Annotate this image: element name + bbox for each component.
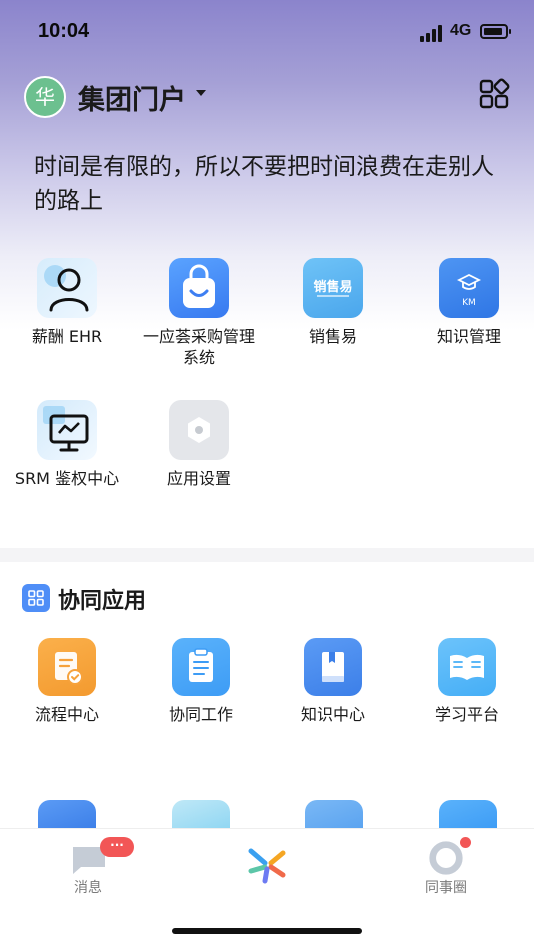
message-badge: ··· [100,837,134,857]
tab-messages[interactable]: ··· 消息 [28,837,148,897]
avatar[interactable]: 华 [24,76,66,118]
contact-icon[interactable] [439,800,497,830]
app-label: 销售易 [308,327,357,346]
section-title: 协同应用 [58,589,147,614]
apps-grid-icon [22,584,50,612]
app-collab-work[interactable]: 协同工作 [134,638,268,725]
app-knowledge-center[interactable]: 知识中心 [266,638,400,725]
monitor-icon [37,400,97,460]
shopping-bag-icon [169,258,229,318]
network-type: 4G [450,22,472,39]
lock-icon[interactable] [172,800,230,830]
portal-switcher[interactable]: 集团门户 [78,78,186,117]
portal-header: 华 集团门户 [0,70,534,120]
clipboard-icon [172,638,230,696]
motto-text: 时间是有限的，所以不要把时间浪费在走别人的路上 [34,154,494,214]
app-sales[interactable]: 销售易 销售易 [266,258,400,347]
app-label: 一应荟采购管理系统 [142,327,255,367]
status-bar: 10:04 4G [0,0,534,64]
app-process-center[interactable]: 流程中心 [0,638,134,725]
app-learning-platform[interactable]: 学习平台 [400,638,534,725]
app-label: 知识管理 [436,327,501,346]
notification-dot [460,837,471,848]
graduation-cap-icon: KM [439,258,499,318]
app-label: 知识中心 [300,705,365,724]
chevron-down-icon[interactable] [196,90,206,96]
app-label: 协同工作 [168,705,233,724]
app-label: 应用设置 [166,469,231,488]
home-indicator [172,928,362,934]
hexagon-settings-icon [169,400,229,460]
app-label: SRM 鉴权中心 [14,469,120,488]
sales-logo-icon: 销售易 [303,258,363,318]
tab-home[interactable] [207,841,327,889]
book-icon [304,638,362,696]
app-srm[interactable]: SRM 鉴权中心 [0,400,134,489]
app-label: 流程中心 [34,705,99,724]
section-divider [0,548,534,562]
mail-icon[interactable] [38,800,96,830]
app-knowledge-management[interactable]: KM 知识管理 [402,258,534,347]
scan-grid-icon[interactable] [478,78,510,110]
app-label: 薪酬 EHR [31,327,103,346]
app-label: 学习平台 [434,705,499,724]
open-book-icon [438,638,496,696]
clipboard-icon[interactable] [305,800,363,830]
person-icon [37,258,97,318]
tab-label: 消息 [74,880,102,896]
app-ehr[interactable]: 薪酬 EHR [0,258,134,347]
colleague-circle-icon [429,841,463,875]
tab-label: 同事圈 [425,880,467,896]
app-settings[interactable]: 应用设置 [132,400,266,489]
status-time: 10:04 [38,20,90,42]
battery-icon [480,24,511,39]
tab-colleague-circle[interactable]: 同事圈 [386,837,506,897]
app-procurement[interactable]: 一应荟采购管理系统 [132,258,266,368]
signal-icon [420,24,444,42]
app-logo-icon [248,848,286,884]
process-doc-icon [38,638,96,696]
